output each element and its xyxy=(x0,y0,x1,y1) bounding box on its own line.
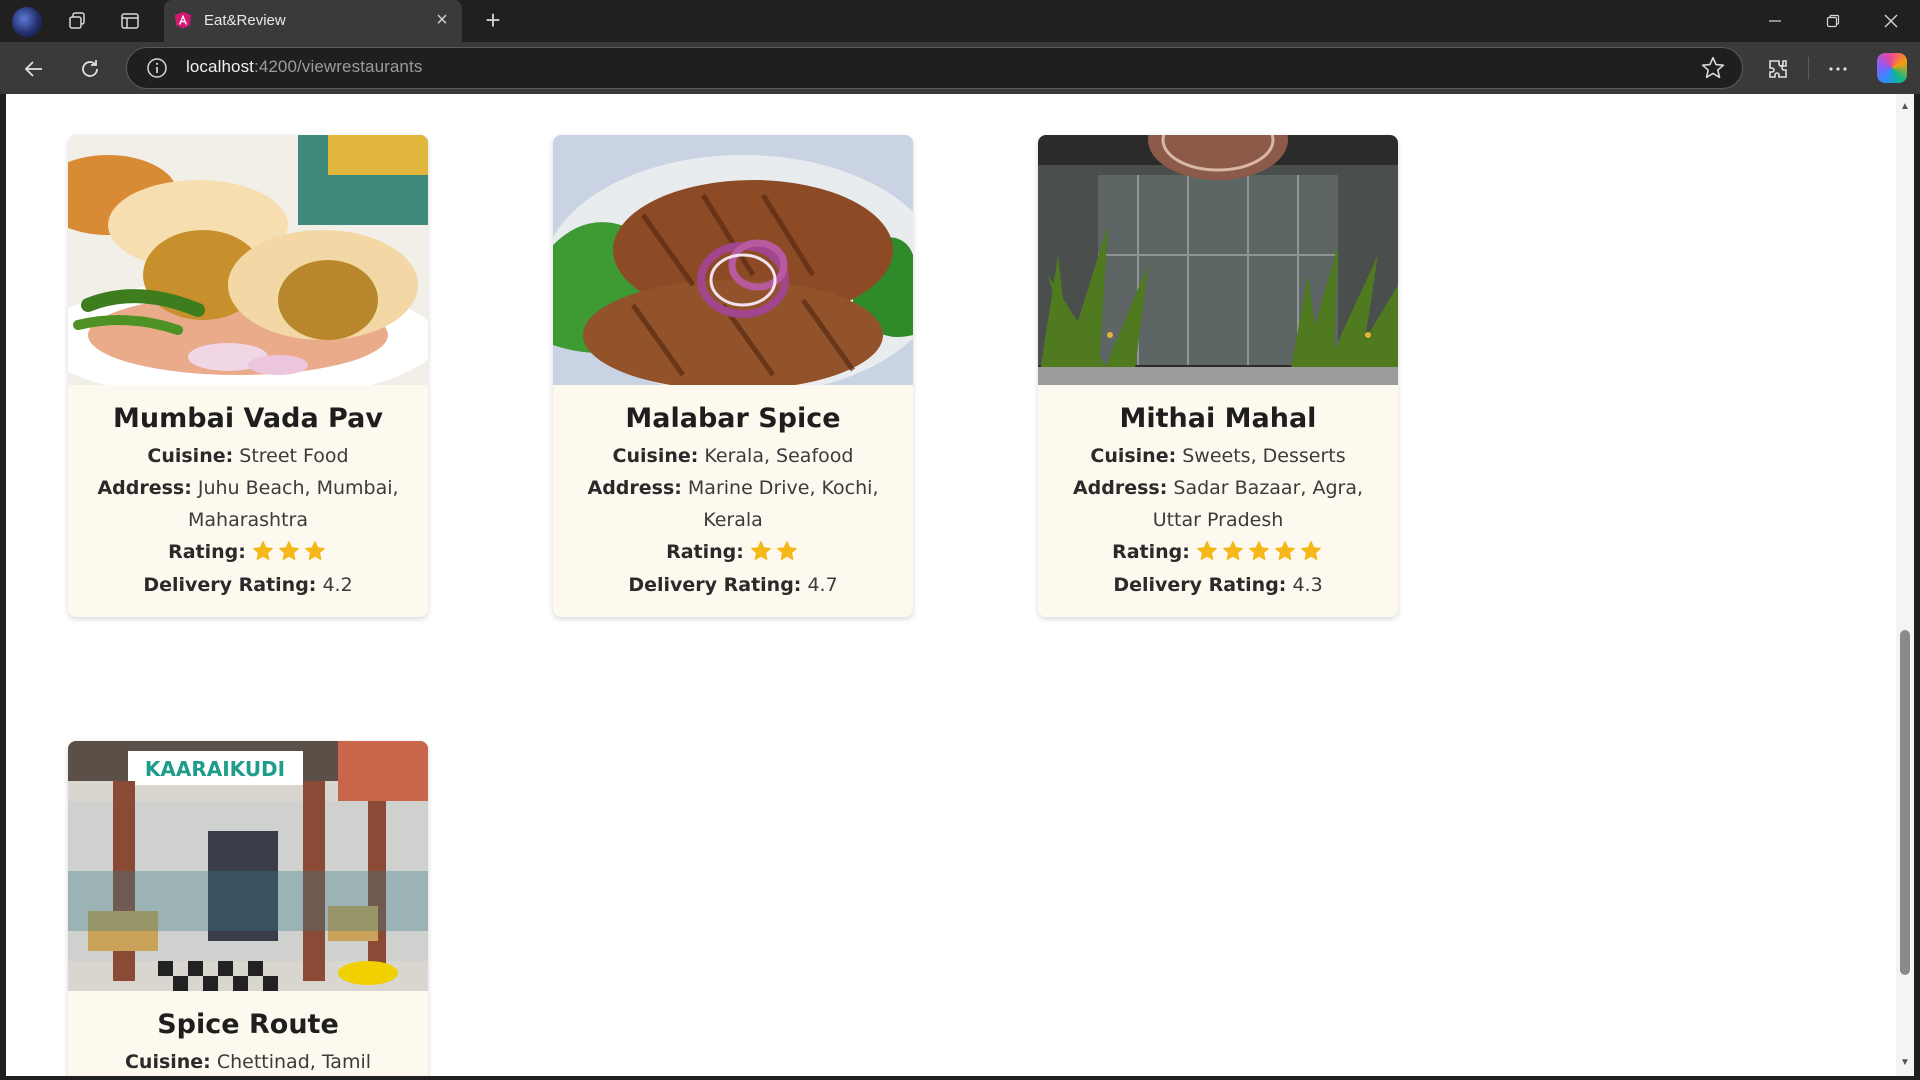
star-icon xyxy=(751,540,771,560)
delivery-rating-line: Delivery Rating: 4.7 xyxy=(561,569,905,601)
toolbar-divider xyxy=(1808,57,1809,79)
copilot-icon[interactable] xyxy=(1877,53,1907,83)
restaurant-image-spice-route: KAARAIKUDI xyxy=(68,741,428,991)
rating-line: Rating: xyxy=(561,536,905,569)
rating-label: Rating: xyxy=(168,541,246,563)
restore-icon[interactable] xyxy=(1810,4,1856,38)
star-icon xyxy=(1275,540,1295,560)
vertical-tabs-icon[interactable] xyxy=(115,6,145,36)
address-value: Marine Drive, Kochi, Kerala xyxy=(681,477,879,531)
cuisine-value: Chettinad, Tamil xyxy=(210,1051,372,1073)
address-value: Juhu Beach, Mumbai, Maharashtra xyxy=(187,477,399,531)
star-icon xyxy=(1301,540,1321,560)
cuisine-line: Cuisine: Street Food xyxy=(76,440,420,472)
browser-tab-strip: Eat&Review × + xyxy=(0,0,1920,42)
star-icon xyxy=(253,540,273,560)
tab-title: Eat&Review xyxy=(204,12,286,29)
cuisine-value: Sweets, Desserts xyxy=(1176,445,1346,467)
cuisine-value: Street Food xyxy=(233,445,349,467)
delivery-rating-value: 4.2 xyxy=(316,573,353,596)
more-menu-icon[interactable] xyxy=(1822,53,1854,85)
site-info-icon[interactable] xyxy=(146,57,168,79)
tab-close-icon[interactable]: × xyxy=(432,10,452,30)
star-icon xyxy=(777,540,797,560)
reload-icon[interactable] xyxy=(74,53,106,85)
restaurant-card[interactable]: Malabar Spice Cuisine: Kerala, Seafood A… xyxy=(553,135,913,617)
restaurant-card[interactable]: Mithai Mahal Cuisine: Sweets, Desserts A… xyxy=(1038,135,1398,617)
url-path: :4200/viewrestaurants xyxy=(254,57,423,76)
cuisine-label: Cuisine: xyxy=(1090,445,1177,467)
restaurant-name: Mumbai Vada Pav xyxy=(113,403,383,434)
restaurant-name: Mithai Mahal xyxy=(1119,403,1317,434)
rating-label: Rating: xyxy=(1112,541,1190,563)
star-icon xyxy=(1197,540,1217,560)
scroll-up-icon[interactable]: ▲ xyxy=(1898,100,1912,114)
address-line: Address: Sadar Bazaar, Agra, Uttar Prade… xyxy=(1046,472,1390,536)
url-text[interactable]: localhost:4200/viewrestaurants xyxy=(186,57,422,77)
restaurant-image-vada-pav xyxy=(68,135,428,385)
restaurant-image-mithai-mahal xyxy=(1038,135,1398,385)
back-arrow-icon[interactable] xyxy=(18,53,50,85)
star-icon xyxy=(1249,540,1269,560)
extensions-icon[interactable] xyxy=(1762,53,1794,85)
star-icon xyxy=(305,540,325,560)
window-bottom-edge xyxy=(0,1076,1920,1080)
rating-label: Rating: xyxy=(666,541,744,563)
cuisine-label: Cuisine: xyxy=(612,445,699,467)
delivery-rating-label: Delivery Rating: xyxy=(628,573,802,596)
profile-avatar-icon[interactable] xyxy=(12,7,42,37)
restaurant-image-malabar xyxy=(553,135,913,385)
url-host: localhost xyxy=(186,57,254,76)
address-label: Address: xyxy=(97,477,192,499)
cuisine-line: Cuisine: Sweets, Desserts xyxy=(1046,440,1390,472)
address-value: Sadar Bazaar, Agra, Uttar Pradesh xyxy=(1152,477,1364,531)
address-line: Address: Juhu Beach, Mumbai, Maharashtra xyxy=(76,472,420,536)
delivery-rating-line: Delivery Rating: 4.2 xyxy=(76,569,420,601)
restaurant-name: Spice Route xyxy=(157,1009,339,1040)
delivery-rating-line: Delivery Rating: 4.3 xyxy=(1046,569,1390,601)
delivery-rating-value: 4.7 xyxy=(801,573,838,596)
rating-line: Rating: xyxy=(1046,536,1390,569)
delivery-rating-label: Delivery Rating: xyxy=(1113,573,1287,596)
address-label: Address: xyxy=(587,477,682,499)
address-line: Address: Marine Drive, Kochi, Kerala xyxy=(561,472,905,536)
cuisine-value: Kerala, Seafood xyxy=(698,445,854,467)
workspaces-icon[interactable] xyxy=(62,6,92,36)
new-tab-icon[interactable]: + xyxy=(478,6,508,36)
angular-favicon-icon xyxy=(174,11,192,29)
rating-stars xyxy=(748,537,800,569)
favorite-star-icon[interactable] xyxy=(1700,55,1726,81)
delivery-rating-value: 4.3 xyxy=(1286,573,1323,596)
page-viewport: Mumbai Vada Pav Cuisine: Street Food Add… xyxy=(6,94,1896,1076)
rating-stars xyxy=(250,537,328,569)
star-icon xyxy=(1223,540,1243,560)
cuisine-line: Cuisine: Kerala, Seafood xyxy=(561,440,905,472)
minimize-icon[interactable] xyxy=(1752,4,1798,38)
cuisine-line: Cuisine: Chettinad, Tamil xyxy=(76,1046,420,1076)
star-icon xyxy=(279,540,299,560)
rating-stars xyxy=(1194,537,1324,569)
restaurant-name: Malabar Spice xyxy=(625,403,841,434)
scrollbar-thumb[interactable] xyxy=(1900,630,1910,975)
restaurant-card[interactable]: KAARAIKUDI Spice Route Cuisine: Chettina… xyxy=(68,741,428,1076)
close-window-icon[interactable] xyxy=(1868,4,1914,38)
restaurant-card[interactable]: Mumbai Vada Pav Cuisine: Street Food Add… xyxy=(68,135,428,617)
rating-line: Rating: xyxy=(76,536,420,569)
scroll-down-icon[interactable]: ▼ xyxy=(1898,1056,1912,1070)
signboard-text: KAARAIKUDI xyxy=(145,757,285,781)
cuisine-label: Cuisine: xyxy=(124,1051,211,1073)
delivery-rating-label: Delivery Rating: xyxy=(143,573,317,596)
cuisine-label: Cuisine: xyxy=(147,445,234,467)
address-label: Address: xyxy=(1072,477,1168,499)
